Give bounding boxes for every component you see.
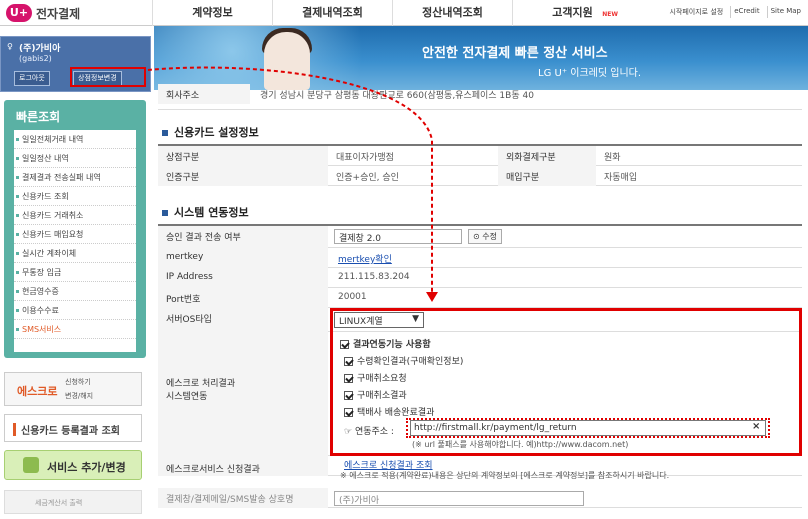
quick-item-sms[interactable]: SMS서비스 [14, 320, 136, 339]
merchant-name-input[interactable]: (주)가비아 [334, 491, 584, 506]
escrow-service-row: 에스크로서비스 신청결과 에스크로 신청결과 조회 ※ 에스크로 적용(계약완료… [158, 456, 802, 480]
sitemap-link[interactable]: Site Map [766, 6, 804, 18]
card-info-row: 상점구분 대표이자가맹점 외화결제구분 원화 [158, 146, 802, 166]
quick-item-fee[interactable]: 이용수수료 [14, 301, 136, 320]
merchant-name-row: 결제창/결제메일/SMS발송 상호명 (주)가비아 [158, 488, 802, 508]
banner: 안전한 전자결제 빠른 정산 서비스 LG U⁺ 이크레딧 입니다. [154, 26, 808, 90]
approval-label: 승인 결과 전송 여부 [158, 226, 328, 248]
set-homepage-link[interactable]: 시작페이지로 설정 [666, 6, 726, 18]
quick-item-card-cancel[interactable]: 신용카드 거래취소 [14, 206, 136, 225]
logout-button[interactable]: 로그아웃 [14, 71, 50, 86]
escrow-service-note: ※ 에스크로 적용(계약완료)내용은 상단의 계약정보의 [에스크로 계약정보]… [340, 471, 670, 480]
modify-button-label: 수정 [482, 232, 497, 241]
card-info-value: 원화 [604, 153, 621, 163]
approval-input[interactable]: 결제창 2.0 [334, 229, 462, 244]
card-info-label: 상점구분 [158, 146, 328, 166]
port-label: Port번호 [158, 288, 328, 308]
ip-label: IP Address [158, 268, 328, 288]
banner-person-image [264, 32, 310, 90]
system-info-title: 시스템 연동정보 [162, 204, 249, 220]
address-label: 회사주소 [158, 84, 250, 104]
nav-settlement-history[interactable]: 정산내역조회 [392, 0, 512, 26]
service-icon [23, 457, 39, 473]
merchant-name-label: 결제창/결제메일/SMS발송 상호명 [158, 488, 328, 508]
modify-button[interactable]: ⊙ 수정 [468, 229, 502, 244]
card-info-label: 매입구분 [498, 166, 596, 186]
card-info-value: 자동매입 [604, 173, 638, 183]
side-tax-invoice[interactable]: 세금계산서 출력 [4, 490, 142, 514]
user-name: (주)가비아 [19, 44, 61, 54]
new-badge: NEW [602, 11, 618, 18]
quick-item-transfer[interactable]: 실시간 계좌이체 [14, 244, 136, 263]
card-info-row: 인증구분 인증+승인, 승인 매입구분 자동매입 [158, 166, 802, 186]
logo-text: 전자결제 [36, 6, 81, 21]
quick-item-cash-receipt[interactable]: 현금영수증 [14, 282, 136, 301]
main-nav: 계약정보 결제내역조회 정산내역조회 고객지원 NEW [152, 0, 632, 26]
card-info-value: 인증+승인, 승인 [336, 173, 399, 183]
card-info-value: 대표이자가맹점 [336, 153, 394, 163]
nav-support-label: 고객지원 [552, 6, 593, 19]
side-card-bar [13, 423, 16, 436]
side-service-title: 서비스 추가/변경 [47, 461, 126, 474]
side-escrow-title: 에스크로 [17, 385, 58, 398]
mertkey-label: mertkey [158, 248, 328, 268]
user-icon: ♀ [7, 42, 13, 51]
top-bar: U+ 전자결제 계약정보 결제내역조회 정산내역조회 고객지원 NEW 시작페이지… [0, 0, 808, 26]
address-row: 회사주소 경기 성남시 분당구 삼평동 대왕판교로 660(삼평동,유스페이스 … [158, 84, 802, 110]
util-links: 시작페이지로 설정 eCredit Site Map [666, 6, 804, 18]
card-info-label: 외화결제구분 [498, 146, 596, 166]
escrow-label-line1: 에스크로 처리결과 [166, 379, 236, 389]
quick-item-daily-settle[interactable]: 일일정산 내역 [14, 149, 136, 168]
escrow-label: 에스크로 처리결과 시스템연동 [158, 332, 328, 456]
side-card-result-box[interactable]: 신용카드 등록결과 조회 [4, 414, 142, 442]
nav-contract[interactable]: 계약정보 [152, 0, 272, 26]
card-info-label: 인증구분 [158, 166, 328, 186]
lg-uplus-logo-icon: U+ [6, 4, 32, 22]
ecredit-link[interactable]: eCredit [730, 6, 762, 18]
highlight-escrow-box [330, 308, 802, 456]
quick-item-card-purchase[interactable]: 신용카드 매입요청 [14, 225, 136, 244]
logo[interactable]: U+ 전자결제 [6, 4, 80, 22]
card-info-title: 신용카드 설정정보 [162, 124, 259, 140]
modify-icon: ⊙ [473, 232, 480, 241]
highlight-edit-button [70, 67, 146, 87]
quick-menu-list: 일일전체거래 내역 일일정산 내역 결제결과 전송실패 내역 신용카드 조회 신… [14, 130, 136, 352]
escrow-label-line2: 시스템연동 [166, 392, 208, 402]
banner-headline: 안전한 전자결제 빠른 정산 서비스 [422, 46, 608, 61]
port-value: 20001 [338, 292, 367, 302]
nav-payment-history[interactable]: 결제내역조회 [272, 0, 392, 26]
quick-menu: 빠른조회 일일전체거래 내역 일일정산 내역 결제결과 전송실패 내역 신용카드… [4, 100, 146, 358]
ip-row: IP Address 211.115.83.204 [158, 268, 802, 288]
side-card-title: 신용카드 등록결과 조회 [21, 426, 120, 437]
quick-item-send-fail[interactable]: 결제결과 전송실패 내역 [14, 168, 136, 187]
quick-menu-title: 빠른조회 [16, 110, 61, 124]
side-escrow-change-link[interactable]: 변경/해지 [65, 391, 93, 401]
address-value: 경기 성남시 분당구 삼평동 대왕판교로 660(삼평동,유스페이스 1B동 4… [260, 91, 534, 101]
user-id: (gabis2) [19, 54, 52, 63]
escrow-service-label: 에스크로서비스 신청결과 [158, 456, 328, 476]
os-label: 서버OS타입 [158, 308, 328, 332]
ip-value: 211.115.83.204 [338, 272, 410, 282]
quick-item-card-search[interactable]: 신용카드 조회 [14, 187, 136, 206]
approval-row: 승인 결과 전송 여부 결제창 2.0 ⊙ 수정 [158, 226, 802, 248]
quick-item-daily-all[interactable]: 일일전체거래 내역 [14, 130, 136, 149]
mertkey-link[interactable]: mertkey확인 [332, 248, 392, 268]
mertkey-row: mertkey mertkey확인 [158, 248, 802, 268]
banner-subline: LG U⁺ 이크레딧 입니다. [538, 68, 642, 79]
port-row: Port번호 20001 [158, 288, 802, 308]
side-service-box[interactable]: 서비스 추가/변경 [4, 450, 142, 480]
side-escrow-box: 에스크로 신청하기 변경/해지 [4, 372, 142, 406]
quick-item-deposit[interactable]: 무통장 입금 [14, 263, 136, 282]
side-escrow-apply-link[interactable]: 신청하기 [65, 377, 91, 387]
nav-support[interactable]: 고객지원 NEW [512, 0, 632, 26]
